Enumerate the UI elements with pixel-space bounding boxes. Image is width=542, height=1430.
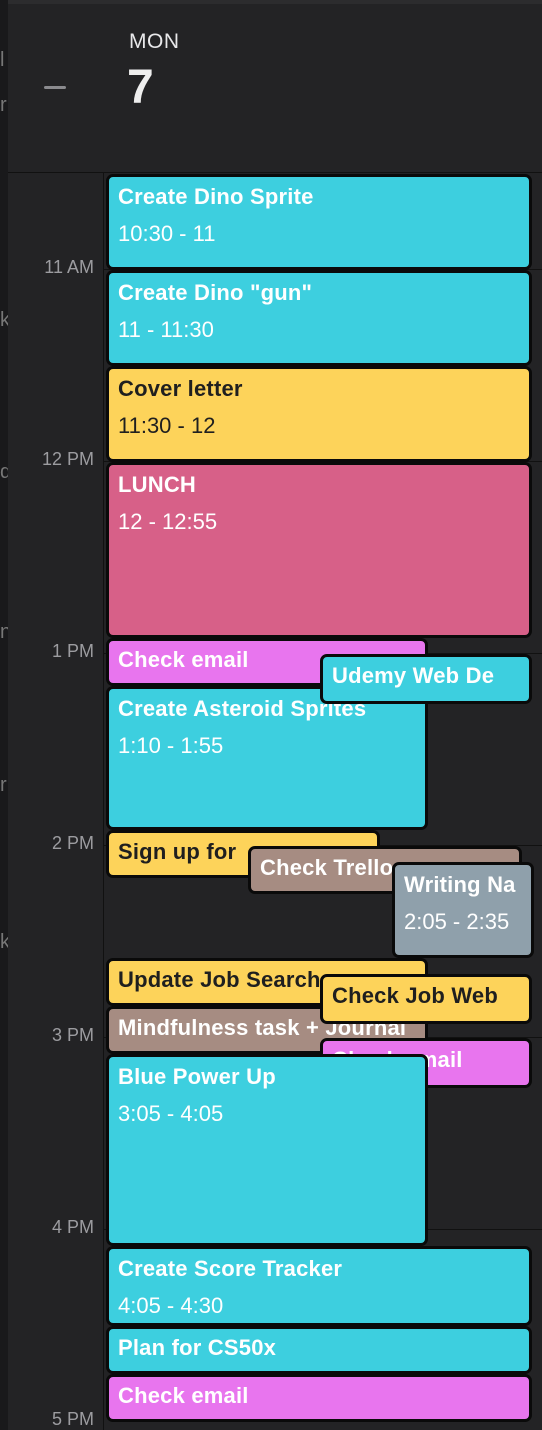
strip-fragment: l [0,50,5,70]
event-title: Create Dino Sprite [118,184,314,209]
time-label-2pm: 2 PM [51,833,94,853]
strip-fragment: n [0,622,8,642]
time-label-12pm: 12 PM [41,449,94,469]
event-title: Create Dino "gun" [118,280,313,305]
event-time: 2:05 - 2:35 [404,909,510,934]
event-title: Create Score Tracker [118,1256,343,1281]
event-check-email[interactable]: Check email [106,1374,532,1422]
event-writing[interactable]: Writing Na 2:05 - 2:35 [392,862,534,958]
event-title: Writing Na [404,872,516,897]
strip-fragment: d [0,462,8,482]
day-header [8,0,542,173]
event-plan-cs50x[interactable]: Plan for CS50x [106,1326,532,1374]
event-title: Check email [118,1383,249,1408]
event-lunch[interactable]: LUNCH 12 - 12:55 [106,462,532,638]
strip-fragment: k [0,310,8,330]
event-udemy-web-dev[interactable]: Udemy Web De [320,654,532,704]
day-of-week: MON [129,30,180,53]
time-label-3pm: 3 PM [51,1025,94,1045]
event-create-dino-sprite[interactable]: Create Dino Sprite 10:30 - 11 [106,174,532,270]
event-time: 10:30 - 11 [118,221,216,246]
event-create-asteroid-sprites[interactable]: Create Asteroid Sprites 1:10 - 1:55 [106,686,428,830]
event-time: 1:10 - 1:55 [118,733,224,758]
time-gutter [8,0,103,1430]
event-title: Cover letter [118,376,243,401]
event-title: Check Job Web [332,983,499,1008]
time-label-5pm: 5 PM [51,1409,94,1429]
event-create-dino-gun[interactable]: Create Dino "gun" 11 - 11:30 [106,270,532,366]
event-title: LUNCH [118,472,196,497]
strip-fragment: k [0,932,8,952]
time-label-4pm: 4 PM [51,1217,94,1237]
event-time: 4:05 - 4:30 [118,1293,224,1318]
gutter-divider [103,0,104,1430]
time-label-1pm: 1 PM [51,641,94,661]
previous-column-strip: l r k d n r k [0,0,8,1430]
event-blue-power-up[interactable]: Blue Power Up 3:05 - 4:05 [106,1054,428,1246]
strip-fragment: r [0,775,7,795]
event-create-score-tracker[interactable]: Create Score Tracker 4:05 - 4:30 [106,1246,532,1326]
strip-fragment: r [0,95,7,115]
event-title: Plan for CS50x [118,1335,277,1360]
event-cover-letter[interactable]: Cover letter 11:30 - 12 [106,366,532,462]
event-time: 3:05 - 4:05 [118,1101,224,1126]
collapse-icon[interactable] [44,86,66,89]
event-check-job-web[interactable]: Check Job Web [320,974,532,1024]
event-time: 11:30 - 12 [118,413,216,438]
day-number[interactable]: 7 [127,60,154,115]
event-time: 11 - 11:30 [118,317,214,342]
event-title: Udemy Web De [332,663,495,688]
event-time: 12 - 12:55 [118,509,218,534]
event-title: Blue Power Up [118,1064,276,1089]
top-rule [8,0,542,4]
time-label-11am: 11 AM [44,257,94,277]
